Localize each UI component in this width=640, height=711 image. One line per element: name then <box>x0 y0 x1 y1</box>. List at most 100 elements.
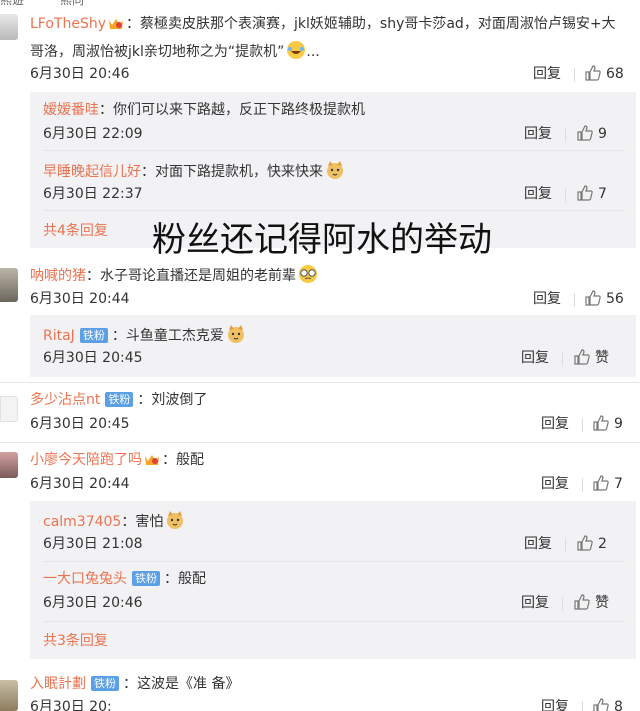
thumbs-up-icon <box>574 594 590 610</box>
avatar[interactable] <box>0 680 18 711</box>
divider <box>565 188 566 202</box>
comment-username[interactable]: 呐喊的猪 <box>30 268 86 284</box>
comment-ellipsis: ... <box>306 44 320 60</box>
comment-divider <box>0 442 640 443</box>
comment-date: 6月30日 20: <box>30 699 112 711</box>
comment-line: LFoTheShy ：蔡極卖皮肤那个表演赛，jkl妖姬辅助，shy哥卡莎ad，对面… <box>30 14 616 34</box>
comment-text-line-2: 哥洛，周淑怡被jkl亲切地称之为“提款机” <box>30 44 285 60</box>
reply-button[interactable]: 回复 <box>541 474 569 494</box>
reply-username[interactable]: RitaJ <box>43 328 75 344</box>
divider <box>574 68 575 82</box>
like-button[interactable]: 9 <box>593 414 623 434</box>
thumbs-up-icon <box>577 185 593 201</box>
reply-text: ：对面下路提款机，快来快来 <box>141 164 323 180</box>
reply-text: ：斗鱼童工杰克爱 <box>111 328 224 344</box>
reply-button[interactable]: 回复 <box>524 184 552 204</box>
reply-line: RitaJ 铁粉 ：斗鱼童工杰克爱 <box>43 324 246 346</box>
reply-line: 一大口兔兔头 铁粉 ：般配 <box>43 569 206 589</box>
laughing-crying-emoji-icon <box>287 41 306 59</box>
like-button[interactable]: 9 <box>577 124 607 144</box>
comment-line-2: 哥洛，周淑怡被jkl亲切地称之为“提款机”... <box>30 40 320 62</box>
thumbs-up-icon <box>585 65 601 81</box>
comment-date: 6月30日 20:46 <box>30 66 130 82</box>
like-button[interactable]: 赞 <box>574 593 609 613</box>
reply-date: 6月30日 20:46 <box>43 595 143 611</box>
like-button[interactable]: 7 <box>577 184 607 204</box>
doge-emoji-icon <box>167 511 184 529</box>
top-cutoff-strip: 熊遊 熊同 <box>0 0 640 8</box>
like-count: 2 <box>598 536 607 552</box>
like-button[interactable]: 56 <box>585 289 624 309</box>
comment-text: ：这波是《准 备》 <box>123 676 240 692</box>
like-count: 9 <box>614 416 623 432</box>
cutoff-text-left: 熊遊 <box>0 0 25 7</box>
comment-text: ：水子哥论直播还是周姐的老前辈 <box>86 268 296 284</box>
fan-badge: 铁粉 <box>79 328 108 343</box>
comment-text: ：刘波倒了 <box>137 392 208 408</box>
comment-date: 6月30日 20:44 <box>30 291 130 307</box>
reply-username[interactable]: 嫒嫒番哇 <box>43 102 99 118</box>
reply-text: ：般配 <box>164 571 206 587</box>
reply-divider <box>43 621 625 622</box>
comment-username[interactable]: 小廖今天陪跑了吗 <box>30 452 142 468</box>
like-button[interactable]: 2 <box>577 534 607 554</box>
reply-button[interactable]: 回复 <box>524 534 552 554</box>
reply-button[interactable]: 回复 <box>533 64 561 84</box>
like-count: 8 <box>614 699 623 711</box>
divider <box>582 478 583 492</box>
comment-text: ：般配 <box>162 452 204 468</box>
reply-text: ：你们可以来下路越，反正下路终极提款机 <box>99 102 365 118</box>
comment-line: 多少沾点nt 铁粉 ：刘波倒了 <box>30 390 207 410</box>
comment-text: ：蔡極卖皮肤那个表演赛，jkl妖姬辅助，shy哥卡莎ad，对面周淑怡卢锡安+大 <box>126 16 616 32</box>
like-button[interactable]: 68 <box>585 64 624 84</box>
thumbs-up-icon <box>593 698 609 711</box>
comment-username[interactable]: 入眠計劃 <box>30 676 86 692</box>
comment-divider <box>0 382 640 383</box>
avatar[interactable] <box>0 14 18 40</box>
thumbs-up-icon <box>593 415 609 431</box>
like-count: 9 <box>598 126 607 142</box>
divider <box>565 538 566 552</box>
reply-divider <box>43 561 625 562</box>
vip-crown-icon <box>109 19 124 29</box>
more-replies-link[interactable]: 共3条回复 <box>43 631 108 651</box>
thumbs-up-icon <box>577 125 593 141</box>
comment-line: 入眠計劃 铁粉 ：这波是《准 备》 <box>30 674 239 694</box>
like-button[interactable]: 7 <box>593 474 623 494</box>
sunglasses-emoji-icon <box>299 265 317 283</box>
comment-username[interactable]: LFoTheShy <box>30 16 106 32</box>
divider <box>562 597 563 611</box>
comment-line: 呐喊的猪：水子哥论直播还是周姐的老前辈 <box>30 264 318 286</box>
reply-line: 嫒嫒番哇：你们可以来下路越，反正下路终极提款机 <box>43 100 365 120</box>
reply-username[interactable]: 一大口兔兔头 <box>43 571 127 587</box>
doge-emoji-icon <box>327 161 343 179</box>
thumbs-up-icon <box>593 475 609 491</box>
reply-button[interactable]: 回复 <box>521 593 549 613</box>
reply-button[interactable]: 回复 <box>533 289 561 309</box>
reply-button[interactable]: 回复 <box>524 124 552 144</box>
comment-username[interactable]: 多少沾点nt <box>30 392 100 408</box>
reply-button[interactable]: 回复 <box>521 348 549 368</box>
reply-username[interactable]: 早睡晚起信儿好 <box>43 164 141 180</box>
fan-badge: 铁粉 <box>132 571 160 586</box>
divider <box>582 701 583 711</box>
reply-username[interactable]: calm37405 <box>43 514 121 530</box>
like-button[interactable]: 8 <box>593 697 623 711</box>
avatar[interactable] <box>0 452 18 478</box>
reply-date: 6月30日 20:45 <box>43 350 143 366</box>
like-button[interactable]: 赞 <box>574 348 609 368</box>
reply-divider <box>43 150 625 151</box>
comment-line: 小廖今天陪跑了吗 ：般配 <box>30 450 204 470</box>
more-replies-link[interactable]: 共4条回复 <box>43 221 108 241</box>
reply-button[interactable]: 回复 <box>541 414 569 434</box>
reply-button[interactable]: 回复 <box>541 697 569 711</box>
reply-line: calm37405：害怕 <box>43 510 185 532</box>
reply-date: 6月30日 22:37 <box>43 186 143 202</box>
comment-date: 6月30日 20:44 <box>30 476 130 492</box>
divider <box>565 128 566 142</box>
avatar[interactable] <box>0 268 18 302</box>
fan-badge: 铁粉 <box>105 392 134 407</box>
like-count: 赞 <box>595 350 609 366</box>
avatar[interactable] <box>0 396 18 422</box>
like-count: 赞 <box>595 595 609 611</box>
